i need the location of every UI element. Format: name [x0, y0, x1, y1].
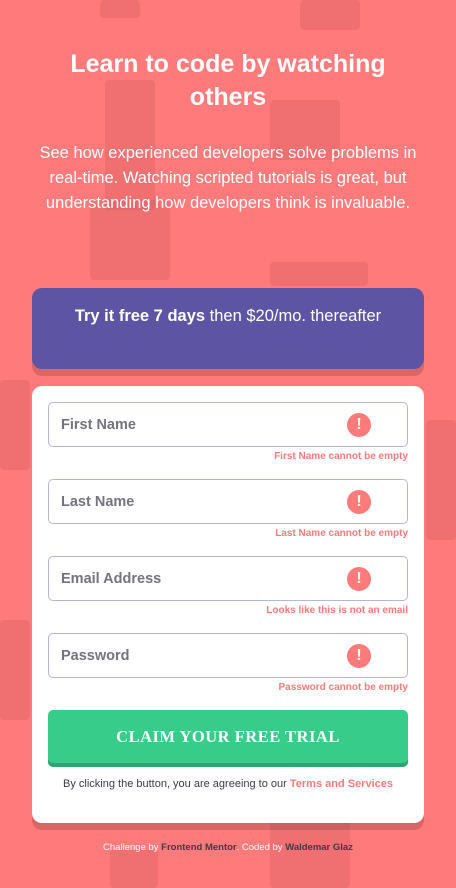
last-name-field-box: !: [48, 479, 408, 524]
first-name-error: First Name cannot be empty: [274, 451, 408, 462]
promo-rest-text: then $20/mo. thereafter: [205, 307, 382, 325]
claim-trial-button[interactable]: CLAIM YOUR FREE TRIAL: [48, 710, 408, 763]
error-icon: !: [347, 413, 371, 437]
email-field-box: !: [48, 556, 408, 601]
last-name-error: Last Name cannot be empty: [275, 528, 408, 539]
terms-text: By clicking the button, you are agreeing…: [56, 776, 400, 792]
terms-prefix: By clicking the button, you are agreeing…: [63, 778, 290, 790]
hero-description: See how experienced developers solve pro…: [39, 144, 417, 212]
promo-banner: Try it free 7 days then $20/mo. thereaft…: [32, 288, 424, 369]
coder-link[interactable]: Waldemar Glaz: [285, 842, 353, 853]
footer-separator: . Coded by: [236, 842, 286, 853]
promo-bold-text: Try it free 7 days: [74, 307, 206, 325]
error-icon: !: [347, 567, 371, 591]
first-name-field-box: !: [48, 402, 408, 447]
last-name-field-group: ! Last Name cannot be empty: [48, 479, 408, 539]
frontend-mentor-link[interactable]: Frontend Mentor: [161, 842, 236, 853]
error-icon: !: [347, 490, 371, 514]
terms-link[interactable]: Terms and Services: [290, 778, 393, 790]
signup-form: ! First Name cannot be empty ! Last Name…: [32, 386, 424, 823]
password-field-box: !: [48, 633, 408, 678]
email-field-group: ! Looks like this is not an email: [48, 556, 408, 616]
password-error: Password cannot be empty: [278, 682, 408, 693]
footer-challenge-text: Challenge by: [103, 842, 162, 853]
attribution-footer: Challenge by Frontend Mentor. Coded by W…: [0, 842, 456, 853]
hero-title: Learn to code by watching others: [70, 50, 386, 111]
first-name-field-group: ! First Name cannot be empty: [48, 402, 408, 462]
error-icon: !: [347, 644, 371, 668]
password-field-group: ! Password cannot be empty: [48, 633, 408, 693]
email-error: Looks like this is not an email: [266, 605, 408, 616]
